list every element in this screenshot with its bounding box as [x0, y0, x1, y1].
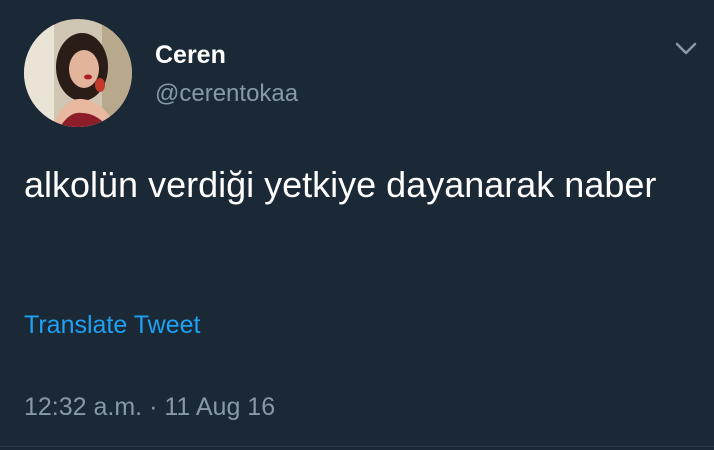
translate-tweet-link[interactable]: Translate Tweet: [24, 311, 200, 340]
tweet-timestamp: 12:32 a.m. · 11 Aug 16: [24, 393, 276, 421]
tweet-text: alkolün verdiği yetkiye dayanarak naber: [24, 164, 657, 205]
chevron-down-icon: [675, 42, 697, 55]
user-handle: @cerentokaa: [155, 80, 299, 107]
display-name[interactable]: Ceren: [155, 41, 226, 70]
profile-photo-icon: [24, 19, 132, 127]
avatar[interactable]: [24, 19, 132, 127]
divider: [0, 446, 714, 447]
more-options-button[interactable]: [668, 34, 704, 64]
tweet-detail: Ceren @cerentokaa alkolün verdiği yetkiy…: [0, 0, 714, 450]
